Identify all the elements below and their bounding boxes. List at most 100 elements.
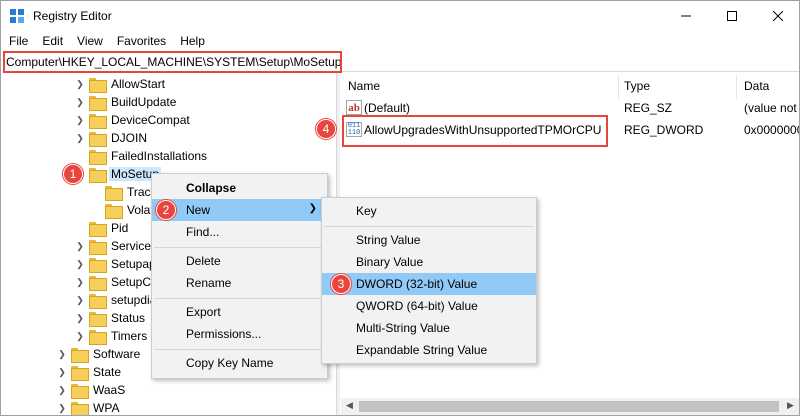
folder-icon xyxy=(71,401,89,415)
menu-file[interactable]: File xyxy=(1,31,34,51)
tree-item-status[interactable]: ❯ Status xyxy=(75,309,147,327)
close-icon xyxy=(773,11,783,21)
tree-item-label: AllowStart xyxy=(111,77,166,91)
chevron-right-icon[interactable]: ❯ xyxy=(75,295,85,306)
folder-icon xyxy=(89,221,107,237)
chevron-right-icon[interactable]: ❯ xyxy=(57,385,67,396)
scroll-right-icon[interactable]: ▶ xyxy=(787,400,794,411)
menu-item-label: QWORD (64-bit) Value xyxy=(356,299,478,313)
submenu-item-binary-value[interactable]: Binary Value xyxy=(322,251,536,273)
menu-favorites[interactable]: Favorites xyxy=(109,31,172,51)
maximize-icon xyxy=(727,11,737,21)
folder-icon xyxy=(89,77,107,93)
menu-item-export[interactable]: Export xyxy=(152,301,327,323)
tree-item-label: FailedInstallations xyxy=(111,149,208,163)
menu-view[interactable]: View xyxy=(69,31,109,51)
submenu-item-multi-string-value[interactable]: Multi-String Value xyxy=(322,317,536,339)
chevron-right-icon[interactable]: ❯ xyxy=(75,277,85,288)
folder-icon xyxy=(71,383,89,399)
chevron-right-icon[interactable]: ❯ xyxy=(57,367,67,378)
menu-item-label: Export xyxy=(186,305,221,319)
context-menu: Collapse New ❯ Find... Delete Rename Expo… xyxy=(151,173,328,379)
submenu-item-key[interactable]: Key xyxy=(322,200,536,222)
tree-item-label: Status xyxy=(111,311,146,325)
chevron-right-icon[interactable]: ❯ xyxy=(75,259,85,270)
maximize-button[interactable] xyxy=(709,1,755,31)
menu-separator xyxy=(154,298,325,299)
tree-item-djoin[interactable]: ❯ DJOIN xyxy=(75,129,149,147)
folder-icon xyxy=(89,131,107,147)
column-header-name[interactable]: Name xyxy=(348,79,380,93)
scrollbar-thumb[interactable] xyxy=(359,401,779,412)
tree-item-software[interactable]: ❯ Software xyxy=(57,345,142,363)
string-value-icon: ab xyxy=(346,100,362,115)
tree-item-mosetup[interactable]: ⌄MoSetup xyxy=(75,165,162,183)
menu-item-find[interactable]: Find... xyxy=(152,221,327,243)
column-divider[interactable] xyxy=(736,75,737,99)
folder-icon xyxy=(105,203,123,219)
menu-item-label: Expandable String Value xyxy=(356,343,488,357)
menu-help[interactable]: Help xyxy=(172,31,211,51)
chevron-right-icon[interactable]: ❯ xyxy=(75,331,85,342)
submenu-item-expandable-string-value[interactable]: Expandable String Value xyxy=(322,339,536,361)
tree-item-allowstart[interactable]: ❯ AllowStart xyxy=(75,75,167,93)
tree-item-buildupdate[interactable]: ❯ BuildUpdate xyxy=(75,93,178,111)
chevron-right-icon: ❯ xyxy=(308,203,317,214)
menu-item-delete[interactable]: Delete xyxy=(152,250,327,272)
tree-item-setupci[interactable]: ❯ SetupCI xyxy=(75,273,156,291)
minimize-icon xyxy=(681,15,691,17)
horizontal-scrollbar[interactable]: ◀ ▶ xyxy=(341,398,799,415)
tree-item-wpa[interactable]: ❯ WPA xyxy=(57,399,121,415)
chevron-right-icon[interactable]: ❯ xyxy=(57,349,67,360)
tree-item-setupap[interactable]: ❯ Setupap xyxy=(75,255,158,273)
menu-item-label: String Value xyxy=(356,233,421,247)
folder-icon xyxy=(71,347,89,363)
folder-icon xyxy=(89,257,107,273)
menu-item-collapse[interactable]: Collapse xyxy=(152,177,327,199)
chevron-right-icon[interactable]: ❯ xyxy=(75,97,85,108)
menu-item-label: Permissions... xyxy=(186,327,262,341)
menu-item-label: DWORD (32-bit) Value xyxy=(356,277,478,291)
registry-editor-app-icon xyxy=(10,9,24,23)
tree-item-failedinstallations[interactable]: FailedInstallations xyxy=(89,147,209,165)
scroll-left-icon[interactable]: ◀ xyxy=(346,400,353,411)
value-type: REG_DWORD xyxy=(624,123,704,137)
chevron-right-icon[interactable]: ❯ xyxy=(75,79,85,90)
menu-item-new[interactable]: New ❯ xyxy=(152,199,327,221)
tree-item-label: Pid xyxy=(111,221,129,235)
tree-item-state[interactable]: ❯ State xyxy=(57,363,123,381)
tree-item-label: Timers xyxy=(111,329,148,343)
tree-item-label: Software xyxy=(93,347,141,361)
menu-item-rename[interactable]: Rename xyxy=(152,272,327,294)
column-header-data[interactable]: Data xyxy=(744,79,769,93)
menu-edit[interactable]: Edit xyxy=(34,31,69,51)
chevron-right-icon[interactable]: ❯ xyxy=(75,313,85,324)
menu-item-copy-key-name[interactable]: Copy Key Name xyxy=(152,352,327,374)
submenu-item-dword-value[interactable]: DWORD (32-bit) Value xyxy=(322,273,536,295)
step-badge-1: 1 xyxy=(63,164,83,184)
folder-icon xyxy=(89,95,107,111)
chevron-right-icon[interactable]: ❯ xyxy=(75,241,85,252)
folder-icon xyxy=(89,311,107,327)
column-divider[interactable] xyxy=(618,75,619,99)
folder-icon xyxy=(89,167,107,183)
folder-icon xyxy=(71,365,89,381)
tree-item-label: State xyxy=(93,365,122,379)
chevron-right-icon[interactable]: ❯ xyxy=(75,115,85,126)
column-header-type[interactable]: Type xyxy=(624,79,650,93)
tree-item-waas[interactable]: ❯ WaaS xyxy=(57,381,127,399)
submenu-item-qword-value[interactable]: QWORD (64-bit) Value xyxy=(322,295,536,317)
menu-item-label: Rename xyxy=(186,276,232,290)
tree-item-label: WaaS xyxy=(93,383,126,397)
tree-item-setupdia[interactable]: ❯ setupdia xyxy=(75,291,158,309)
menu-item-permissions[interactable]: Permissions... xyxy=(152,323,327,345)
submenu-item-string-value[interactable]: String Value xyxy=(322,229,536,251)
tree-item-timers[interactable]: ❯ Timers xyxy=(75,327,149,345)
menu-item-label: Binary Value xyxy=(356,255,424,269)
minimize-button[interactable] xyxy=(663,1,709,31)
chevron-right-icon[interactable]: ❯ xyxy=(75,133,85,144)
chevron-right-icon[interactable]: ❯ xyxy=(57,403,67,414)
tree-item-pid[interactable]: Pid xyxy=(89,219,130,237)
tree-item-devicecompat[interactable]: ❯ DeviceCompat xyxy=(75,111,192,129)
close-button[interactable] xyxy=(755,1,799,31)
